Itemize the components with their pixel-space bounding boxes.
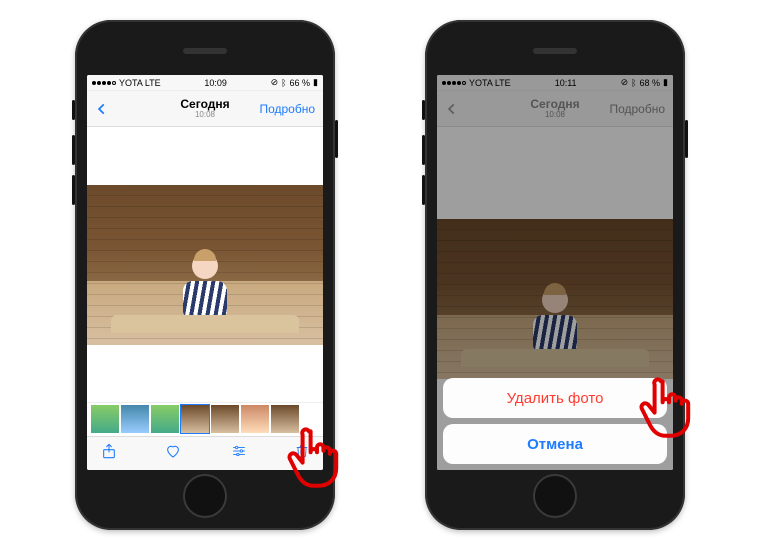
phone-device-right: YOTA LTE 10:11 ⊘ ᛒ 68 % ▮ Сегодня 10:08 (425, 20, 685, 530)
nav-subtitle: 10:08 (180, 111, 229, 120)
rotation-lock-icon: ⊘ (271, 77, 279, 88)
share-icon[interactable] (101, 442, 117, 465)
thumbnail[interactable] (211, 405, 239, 433)
battery-icon: ▮ (313, 77, 318, 88)
battery-label: 66 % (290, 78, 311, 88)
bluetooth-icon: ᛒ (281, 78, 286, 88)
thumbnail[interactable] (121, 405, 149, 433)
heart-icon[interactable] (164, 443, 182, 464)
carrier-label: YOTA LTE (119, 78, 161, 88)
screen-left: YOTA LTE 10:09 ⊘ ᛒ 66 % ▮ Сегодня 10:08 (87, 75, 323, 470)
thumbnail[interactable] (271, 405, 299, 433)
nav-title: Сегодня (180, 98, 229, 111)
signal-icon (92, 81, 116, 85)
action-sheet: Удалить фото Отмена (443, 372, 667, 464)
delete-photo-button[interactable]: Удалить фото (443, 378, 667, 418)
thumbnail-strip[interactable] (87, 402, 323, 436)
sliders-icon[interactable] (230, 444, 248, 463)
thumbnail[interactable] (151, 405, 179, 433)
status-bar: YOTA LTE 10:09 ⊘ ᛒ 66 % ▮ (87, 75, 323, 91)
photo-viewer[interactable] (87, 127, 323, 402)
cancel-button[interactable]: Отмена (443, 424, 667, 464)
thumbnail[interactable] (241, 405, 269, 433)
clock: 10:09 (204, 78, 227, 88)
bottom-toolbar (87, 436, 323, 470)
nav-bar: Сегодня 10:08 Подробно (87, 91, 323, 127)
back-button[interactable] (95, 102, 155, 116)
trash-icon[interactable] (295, 442, 309, 465)
phone-device-left: YOTA LTE 10:09 ⊘ ᛒ 66 % ▮ Сегодня 10:08 (75, 20, 335, 530)
photo-content (87, 185, 323, 345)
screen-right: YOTA LTE 10:11 ⊘ ᛒ 68 % ▮ Сегодня 10:08 (437, 75, 673, 470)
thumbnail[interactable] (91, 405, 119, 433)
thumbnail-selected[interactable] (181, 405, 209, 433)
details-button[interactable]: Подробно (255, 102, 315, 116)
